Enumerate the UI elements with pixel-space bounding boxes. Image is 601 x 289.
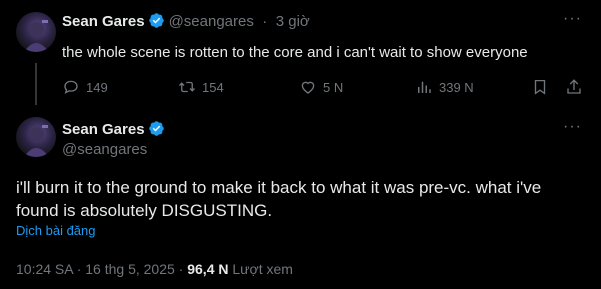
translate-post-link[interactable]: Dịch bài đăng <box>16 223 96 238</box>
thread-line <box>35 63 37 105</box>
verified-badge-icon <box>148 121 164 136</box>
reply-icon <box>64 80 78 94</box>
bookmark-icon <box>534 79 546 95</box>
analytics-icon <box>418 81 431 93</box>
avatar[interactable] <box>16 117 56 157</box>
author-handle[interactable]: @seangares <box>169 13 254 30</box>
reply-count: 149 <box>86 79 108 95</box>
more-options-icon[interactable]: ··· <box>563 10 582 28</box>
timestamp[interactable]: 10:24 SA · 16 thg 5, 2025 · <box>16 261 183 277</box>
more-options-icon[interactable]: ··· <box>563 118 582 136</box>
reply-text: the whole scene is rotten to the core an… <box>62 44 528 61</box>
author-name[interactable]: Sean Gares <box>62 13 145 30</box>
author-name[interactable]: Sean Gares <box>62 121 145 138</box>
retweet-button[interactable]: 154 <box>178 78 224 96</box>
main-author-row: Sean Gares <box>62 120 165 139</box>
like-count: 5 N <box>323 79 344 95</box>
views-count: 96,4 N <box>187 261 229 277</box>
reply-button[interactable]: 149 <box>62 78 108 96</box>
retweet-count: 154 <box>202 79 224 95</box>
retweet-icon <box>179 81 195 93</box>
separator-dot: · <box>262 13 268 30</box>
tweet-meta: 10:24 SA · 16 thg 5, 2025 · 96,4 N Lượt … <box>16 261 293 277</box>
like-button[interactable]: 5 N <box>299 78 343 96</box>
post-time[interactable]: 3 giờ <box>276 13 310 30</box>
views-count: 339 N <box>439 79 474 95</box>
views-button[interactable]: 339 N <box>415 78 474 96</box>
reply-header: Sean Gares @seangares · 3 giờ <box>62 12 310 31</box>
tweet-text: i'll burn it to the ground to make it ba… <box>16 178 542 220</box>
share-icon <box>567 79 581 94</box>
avatar[interactable] <box>16 12 56 52</box>
bookmark-button[interactable] <box>531 78 555 96</box>
verified-badge-icon <box>148 13 164 28</box>
author-handle[interactable]: @seangares <box>62 141 147 158</box>
views-label: Lượt xem <box>232 261 293 277</box>
heart-icon <box>301 81 315 94</box>
action-bar: 149 154 5 N 339 N <box>62 78 587 98</box>
share-button[interactable] <box>565 78 589 96</box>
